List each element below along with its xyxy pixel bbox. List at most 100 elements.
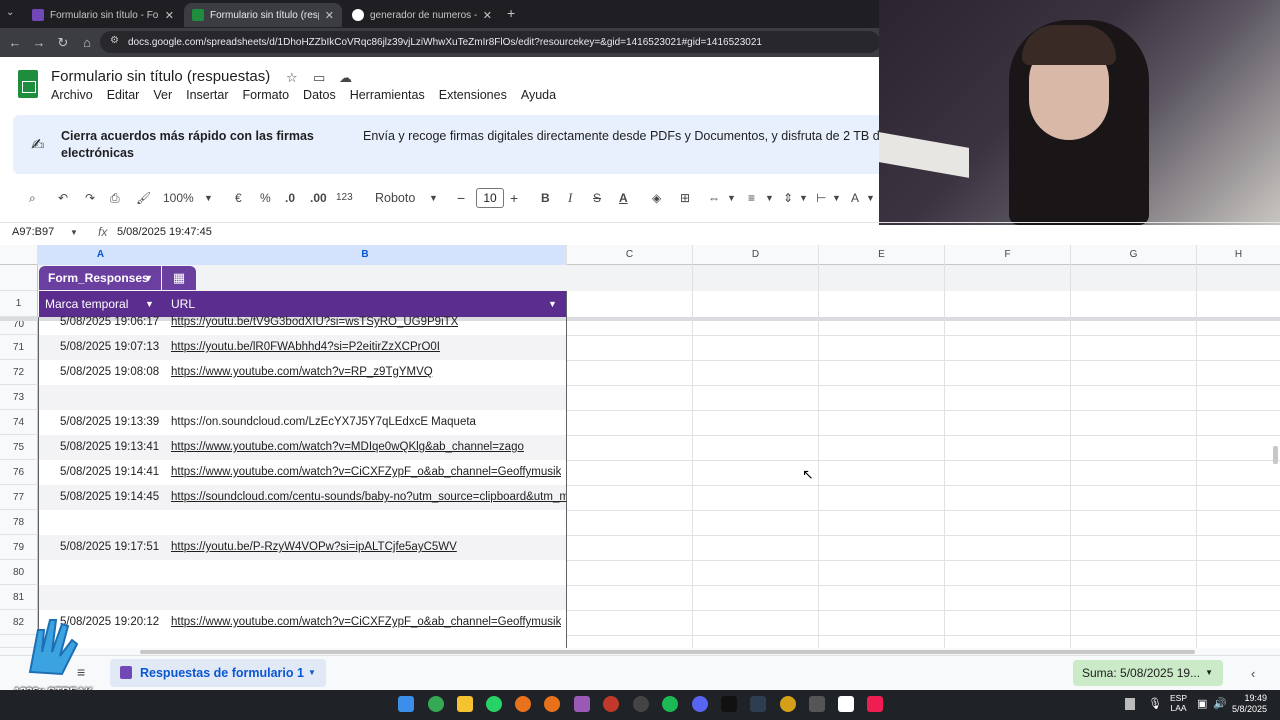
row-col-corner[interactable] bbox=[0, 245, 38, 265]
caret-down-icon[interactable]: ▼ bbox=[429, 190, 438, 206]
row-header[interactable]: 81 bbox=[0, 585, 38, 610]
timestamp-cell[interactable]: 5/08/2025 19:17:51 bbox=[60, 541, 159, 553]
row-header[interactable]: 76 bbox=[0, 460, 38, 485]
url-cell[interactable]: https://youtu.be/P-RzyW4VOPw?si=ipALTCjf… bbox=[171, 541, 457, 553]
timestamp-cell[interactable]: 5/08/2025 19:13:39 bbox=[60, 416, 159, 428]
row-header[interactable]: 78 bbox=[0, 510, 38, 535]
home-icon[interactable]: ⌂ bbox=[75, 35, 99, 50]
tiktok-icon[interactable] bbox=[867, 696, 883, 712]
close-icon[interactable]: ✕ bbox=[483, 9, 492, 22]
url-cell[interactable]: https://www.youtube.com/watch?v=CiCXFZyp… bbox=[171, 466, 561, 478]
search-menus-icon[interactable]: ⌕ bbox=[29, 190, 36, 206]
row-header[interactable]: 72 bbox=[0, 360, 38, 385]
app-orange2-icon[interactable] bbox=[544, 696, 560, 712]
timestamp-cell[interactable]: 5/08/2025 19:14:45 bbox=[60, 491, 159, 503]
caret-down-icon[interactable]: ▼ bbox=[799, 190, 808, 206]
row-header[interactable]: 77 bbox=[0, 485, 38, 510]
promo-banner[interactable]: ✍ Cierra acuerdos más rápido con las fir… bbox=[13, 115, 883, 174]
name-box[interactable]: A97:B97 bbox=[12, 226, 54, 238]
app-purple-icon[interactable] bbox=[574, 696, 590, 712]
text-wrap-icon[interactable]: ⊢ bbox=[816, 190, 826, 206]
table-row[interactable]: 5/08/2025 19:13:41 https://www.youtube.c… bbox=[39, 435, 567, 460]
timestamp-cell[interactable]: 5/08/2025 19:06:17 bbox=[60, 316, 159, 328]
url-cell[interactable]: https://youtu.be/lR0FWAbhhd4?si=P2eitirZ… bbox=[171, 341, 440, 353]
table-row[interactable]: 5/08/2025 19:08:08 https://www.youtube.c… bbox=[39, 360, 567, 385]
font-select[interactable]: Roboto bbox=[375, 190, 415, 206]
table-view-icon[interactable]: ▦ bbox=[162, 266, 196, 290]
more-formats-button[interactable]: 123 bbox=[336, 190, 353, 206]
timestamp-cell[interactable]: 5/08/2025 19:07:13 bbox=[60, 341, 159, 353]
header-marca-temporal[interactable]: Marca temporal bbox=[45, 291, 128, 317]
row-header[interactable]: 80 bbox=[0, 560, 38, 585]
column-header-b[interactable]: B bbox=[164, 245, 567, 265]
url-cell[interactable]: https://www.youtube.com/watch?v=MDIqe0wQ… bbox=[171, 441, 524, 453]
fill-color-icon[interactable]: ◈ bbox=[652, 190, 661, 206]
menu-ayuda[interactable]: Ayuda bbox=[521, 88, 556, 102]
timestamp-cell[interactable]: 5/08/2025 19:14:41 bbox=[60, 466, 159, 478]
chevron-down-icon[interactable]: ▼ bbox=[548, 291, 557, 317]
reload-icon[interactable]: ↻ bbox=[51, 35, 75, 51]
formula-input[interactable]: 5/08/2025 19:47:45 bbox=[117, 226, 212, 238]
zoom-select[interactable]: 100% bbox=[163, 190, 194, 206]
font-size-minus-icon[interactable]: − bbox=[457, 190, 465, 206]
font-size-plus-icon[interactable]: + bbox=[510, 190, 518, 206]
row-header[interactable]: 70 bbox=[0, 321, 38, 335]
increase-decimals-button[interactable]: .00 bbox=[310, 190, 327, 206]
star-icon[interactable]: ☆ bbox=[286, 70, 298, 86]
url-cell[interactable]: https://soundcloud.com/centu-sounds/baby… bbox=[171, 491, 567, 503]
menu-archivo[interactable]: Archivo bbox=[51, 88, 93, 102]
app-yellow-icon[interactable] bbox=[780, 696, 796, 712]
app-flag-icon[interactable] bbox=[603, 696, 619, 712]
move-folder-icon[interactable]: ▭ bbox=[313, 70, 325, 86]
tray-icon[interactable] bbox=[1125, 698, 1135, 710]
menu-editar[interactable]: Editar bbox=[107, 88, 140, 102]
sheets-logo-icon[interactable] bbox=[18, 70, 38, 98]
app-car-icon[interactable] bbox=[750, 696, 766, 712]
app-grid-icon[interactable] bbox=[809, 696, 825, 712]
system-clock[interactable]: 19:49 5/8/2025 bbox=[1232, 693, 1267, 715]
column-header-e[interactable]: E bbox=[819, 245, 945, 265]
row-header[interactable]: 73 bbox=[0, 385, 38, 410]
capcut-icon[interactable] bbox=[838, 696, 854, 712]
url-cell[interactable]: https://www.youtube.com/watch?v=RP_z9TgY… bbox=[171, 366, 433, 378]
spotify-icon[interactable] bbox=[662, 696, 678, 712]
windows-start-icon[interactable] bbox=[398, 696, 414, 712]
caret-down-icon[interactable]: ▼ bbox=[866, 190, 875, 206]
header-url[interactable]: URL bbox=[171, 291, 195, 317]
column-header-c[interactable]: C bbox=[567, 245, 693, 265]
caret-down-icon[interactable]: ▼ bbox=[765, 190, 774, 206]
bold-icon[interactable]: B bbox=[541, 190, 550, 206]
caret-down-icon[interactable]: ▼ bbox=[204, 190, 213, 206]
caret-down-icon[interactable]: ▼ bbox=[832, 190, 841, 206]
browser-tab-search[interactable]: generador de numeros - Busca ✕ bbox=[344, 3, 500, 27]
row-header[interactable]: 79 bbox=[0, 535, 38, 560]
table-row[interactable]: 5/08/2025 19:06:17 https://youtu.be/tV9G… bbox=[39, 316, 567, 335]
chevron-down-icon[interactable]: ▼ bbox=[145, 291, 154, 317]
caret-down-icon[interactable]: ▼ bbox=[308, 668, 316, 677]
close-icon[interactable]: ✕ bbox=[325, 9, 334, 22]
chevron-down-icon[interactable]: ▼ bbox=[144, 266, 153, 290]
menu-formato[interactable]: Formato bbox=[243, 88, 290, 102]
horizontal-align-icon[interactable]: ≡ bbox=[748, 190, 755, 206]
merge-cells-icon[interactable]: ⇔ bbox=[708, 190, 720, 206]
chrome-icon[interactable] bbox=[428, 696, 444, 712]
menu-extensiones[interactable]: Extensiones bbox=[439, 88, 507, 102]
row-header[interactable]: 74 bbox=[0, 410, 38, 435]
table-row[interactable]: 5/08/2025 19:20:12 https://www.youtube.c… bbox=[39, 610, 567, 635]
table-row[interactable]: 5/08/2025 19:13:39 https://on.soundcloud… bbox=[39, 410, 567, 435]
caret-down-icon[interactable]: ▼ bbox=[727, 190, 736, 206]
whatsapp-icon[interactable] bbox=[486, 696, 502, 712]
timestamp-cell[interactable]: 5/08/2025 19:13:41 bbox=[60, 441, 159, 453]
redo-icon[interactable]: ↷ bbox=[85, 190, 95, 206]
menu-ver[interactable]: Ver bbox=[153, 88, 172, 102]
text-rotation-icon[interactable]: A bbox=[851, 190, 859, 206]
horizontal-scrollbar[interactable] bbox=[0, 648, 1280, 655]
menu-herramientas[interactable]: Herramientas bbox=[350, 88, 425, 102]
table-name-chip[interactable]: Form_Responses ▼ bbox=[39, 266, 161, 290]
microphone-icon[interactable]: 🎙 bbox=[1148, 697, 1162, 710]
table-row[interactable] bbox=[39, 560, 567, 585]
row-header[interactable]: 71 bbox=[0, 335, 38, 360]
scrollbar-thumb[interactable] bbox=[140, 650, 1195, 654]
caret-down-icon[interactable]: ▼ bbox=[70, 228, 78, 237]
close-icon[interactable]: ✕ bbox=[165, 9, 174, 22]
